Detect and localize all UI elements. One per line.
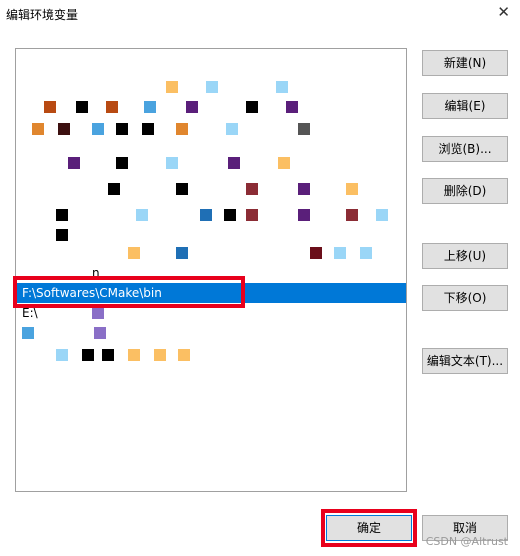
list-item[interactable]: E:\ [16, 303, 406, 323]
list-item[interactable] [16, 77, 406, 97]
list-item[interactable] [16, 225, 406, 245]
browse-button[interactable]: 浏览(B)... [422, 136, 508, 162]
window-title: 编辑环境变量 [6, 8, 79, 22]
move-down-button[interactable]: 下移(O) [422, 285, 508, 311]
edit-button[interactable]: 编辑(E) [422, 93, 508, 119]
close-icon[interactable]: ✕ [497, 3, 510, 21]
watermark: CSDN @Altrust [425, 535, 508, 548]
move-up-button[interactable]: 上移(U) [422, 243, 508, 269]
list-item[interactable] [16, 153, 406, 173]
selected-path-text: F:\Softwares\CMake\bin [22, 286, 162, 300]
list-item[interactable] [16, 119, 406, 139]
delete-button[interactable]: 删除(D) [422, 178, 508, 204]
list-item[interactable] [16, 97, 406, 117]
env-variable-list[interactable]: n F:\Softwares\CMake\bin E:\ [15, 48, 407, 492]
list-item[interactable]: n [16, 263, 406, 283]
list-item[interactable] [16, 179, 406, 199]
list-item-selected[interactable]: F:\Softwares\CMake\bin [16, 283, 406, 303]
list-item[interactable] [16, 243, 406, 263]
list-item[interactable] [16, 323, 406, 343]
ok-button[interactable]: 确定 [326, 515, 412, 541]
new-button[interactable]: 新建(N) [422, 50, 508, 76]
list-item[interactable] [16, 345, 406, 365]
list-item[interactable] [16, 57, 406, 77]
edit-text-button[interactable]: 编辑文本(T)... [422, 348, 508, 374]
title-bar: 编辑环境变量 ✕ [0, 0, 520, 28]
list-item[interactable] [16, 205, 406, 225]
